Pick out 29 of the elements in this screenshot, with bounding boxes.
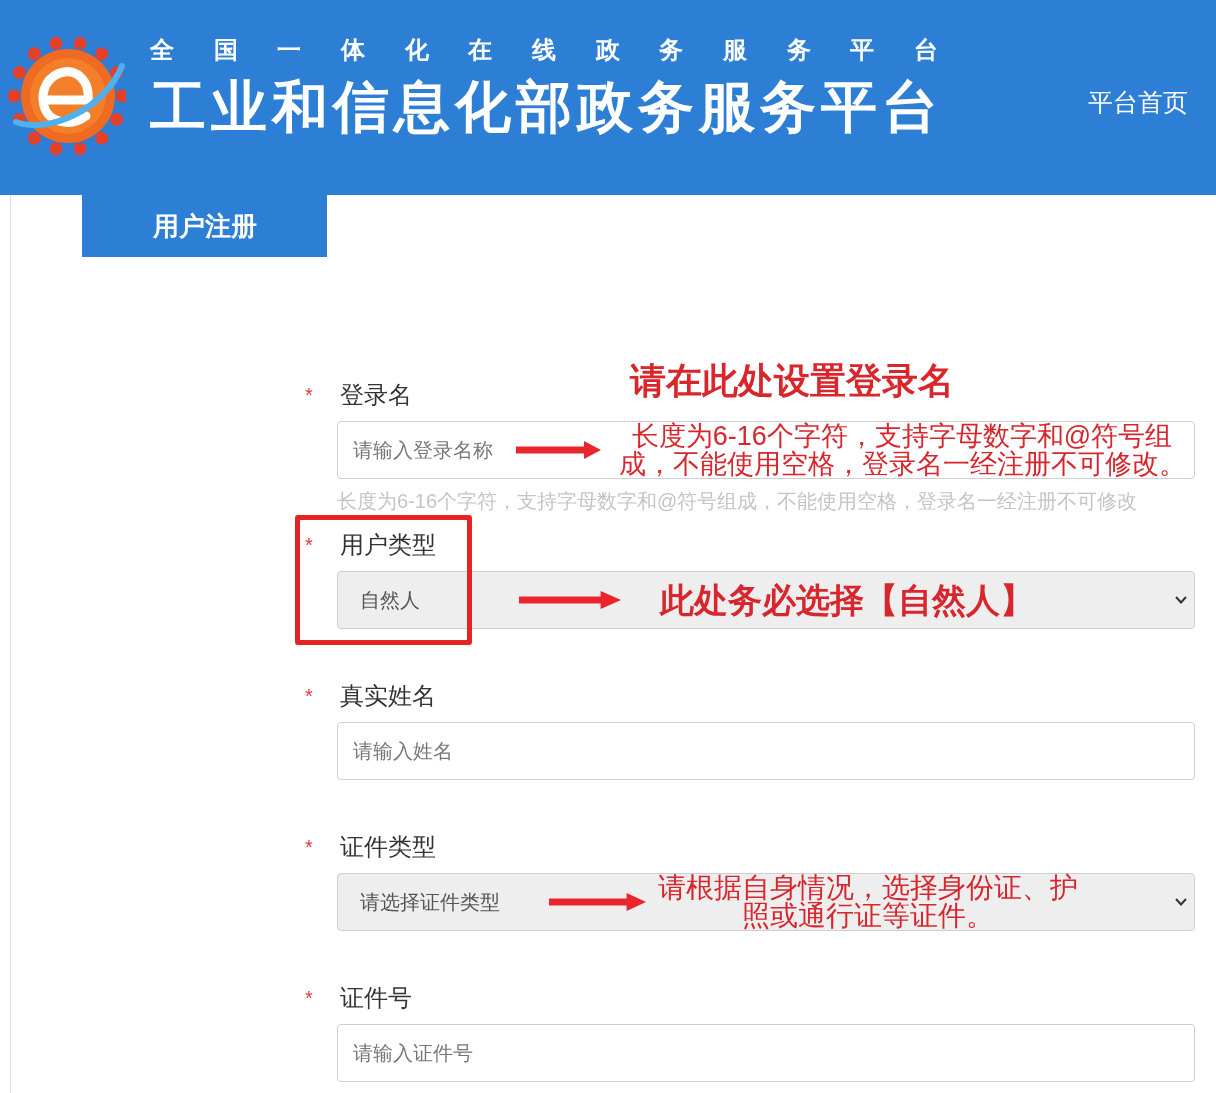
dropdown[interactable]: 自然人 此处务必选择【自然人】 [337, 571, 1195, 629]
chevron-down-icon [1175, 596, 1187, 604]
chevron-down-icon [1175, 898, 1187, 906]
text-input[interactable]: 请输入姓名 [337, 722, 1195, 780]
platform-title: 工业和信息化部政务服务平台 [150, 75, 943, 139]
required-mark: * [305, 987, 313, 1009]
right-arrow-icon [516, 441, 601, 459]
field-label: 用户类型 [339, 530, 436, 560]
text-input[interactable]: 请输入登录名称 长度为6-16个字符，支持字母数字和@符号组成，不能使用空格，登录名一经注册不可修改。 [337, 421, 1195, 479]
home-link[interactable]: 平台首页 [1088, 87, 1188, 117]
field-label: 真实姓名 [339, 681, 436, 711]
field-label: 证件类型 [339, 832, 436, 862]
right-arrow-icon [549, 893, 646, 911]
required-mark: * [305, 836, 313, 858]
help-text: 长度为6-16个字符，支持字母数字和@符号组成，不能使用空格，登录名一经注册不可修改 [337, 489, 1139, 513]
required-mark: * [305, 685, 313, 707]
required-mark: * [305, 384, 313, 406]
platform-subtitle: 全 国 一 体 化 在 线 政 务 服 务 平 台 [150, 35, 955, 65]
annotation-note: 请根据自身情况，选择身份证、护照或通行证等证件。 [657, 874, 1079, 930]
annotation-note: 长度为6-16个字符，支持字母数字和@符号组成，不能使用空格，登录名一经注册不可修改。 [617, 422, 1187, 478]
field-label: 登录名 [339, 380, 412, 410]
text-input[interactable]: 请输入证件号 [337, 1024, 1195, 1082]
tab[interactable]: 用户注册 [82, 195, 327, 257]
annotation-title: 请在此处设置登录名 [630, 362, 954, 400]
dropdown[interactable]: 请选择证件类型 请根据自身情况，选择身份证、护照或通行证等证件。 [337, 873, 1195, 931]
right-arrow-icon [519, 591, 621, 609]
field-label: 证件号 [339, 983, 412, 1013]
annotation-note: 此处务必选择【自然人】 [660, 580, 1034, 621]
required-mark: * [305, 534, 313, 556]
